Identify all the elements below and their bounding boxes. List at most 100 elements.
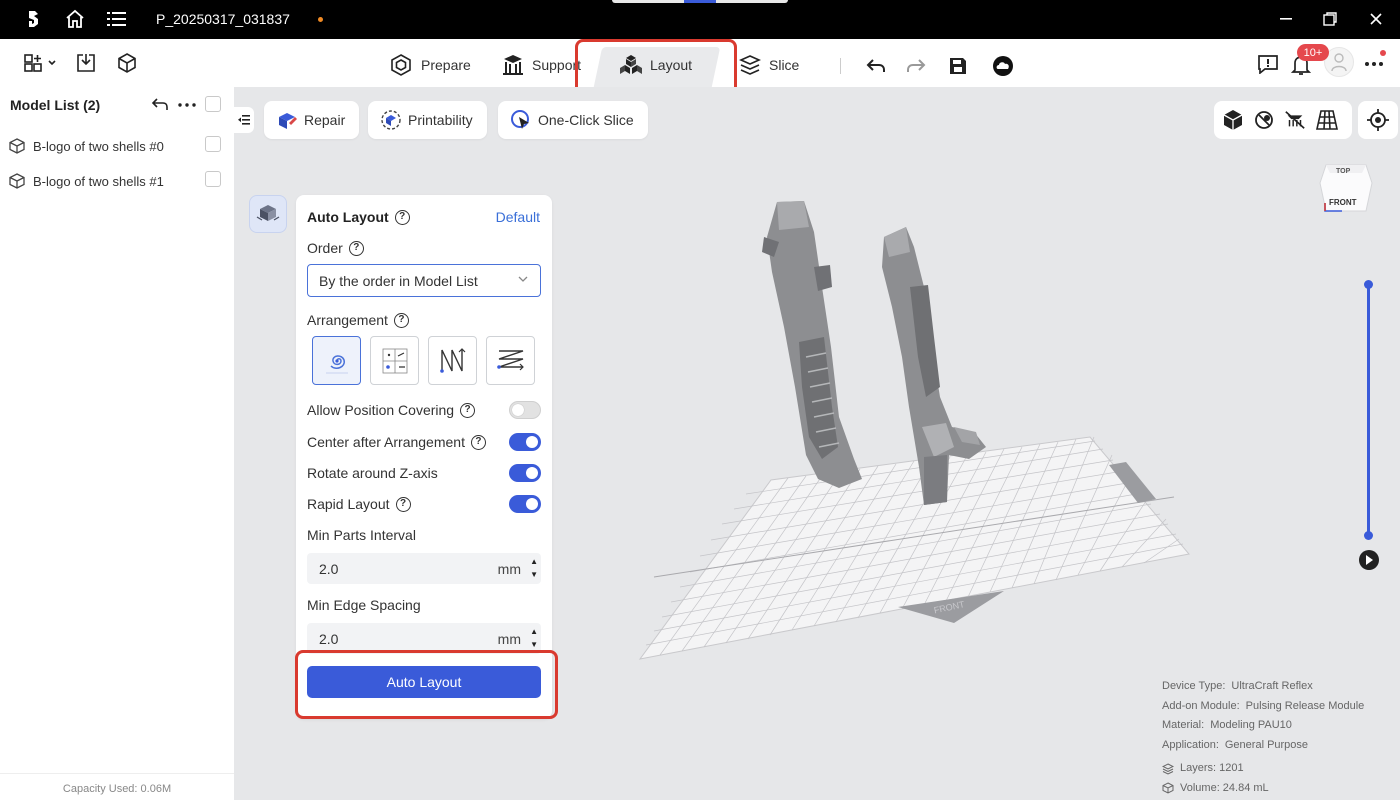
min-parts-interval-value: 2.0 [319,560,339,577]
title-bar: P_20250317_031837 [0,0,1400,39]
object-icon[interactable] [115,51,139,75]
rapid-layout-toggle[interactable] [509,495,541,513]
model-checkbox[interactable] [205,136,221,152]
arrangement-grid-button[interactable] [370,336,419,385]
menu-icon[interactable] [106,8,128,30]
min-edge-spacing-label: Min Edge Spacing [307,597,421,613]
one-click-slice-label: One-Click Slice [538,112,634,128]
option-allow-position-covering: Allow Position Covering ? [307,402,476,418]
help-icon[interactable]: ? [348,240,364,256]
model-checkbox[interactable] [205,171,221,187]
rotate-around-z-toggle[interactable] [509,464,541,482]
view-cube-top-label: TOP [1336,168,1351,175]
bambu-logo-icon[interactable] [23,8,45,30]
grid-arrange-icon [382,348,407,373]
printability-icon [381,110,401,130]
info-label: Application: [1162,738,1219,751]
tab-slice[interactable]: Slice [739,51,799,79]
top-drag-handle[interactable] [612,0,788,3]
order-select[interactable]: By the order in Model List [307,264,541,297]
undo-list-icon[interactable] [150,96,170,114]
help-icon[interactable]: ? [460,402,476,418]
capacity-used: Capacity Used: 0.06M [62,783,172,795]
layers-icon [1162,763,1174,775]
slice-icon [739,55,761,75]
help-icon[interactable]: ? [395,496,411,512]
model-0[interactable] [762,201,862,488]
info-value: General Purpose [1224,738,1309,751]
option-label: Rapid Layout [307,496,390,512]
unit-label: mm [497,561,521,577]
allow-position-covering-toggle[interactable] [509,401,541,419]
help-icon[interactable]: ? [394,209,410,225]
layer-slider-top-handle[interactable] [1364,280,1373,289]
redo-icon[interactable] [904,54,928,78]
printability-button[interactable]: Printability [368,101,487,139]
material-row: Material: Modeling PAU10 [1162,716,1364,736]
play-icon[interactable] [1359,550,1379,570]
locate-button[interactable] [1358,101,1398,139]
option-center-after-arrangement: Center after Arrangement ? [307,434,486,450]
home-icon[interactable] [64,8,86,30]
view-xray-icon[interactable] [1253,109,1275,131]
info-value: UltraCraft Reflex [1231,680,1313,692]
center-after-arrangement-toggle[interactable] [509,433,541,451]
layer-slider-track[interactable] [1367,283,1370,535]
auto-layout-title: Auto Layout ? [307,209,410,225]
arrangement-zigzag-horizontal-button[interactable] [486,336,535,385]
help-icon[interactable]: ? [470,434,486,450]
print-info: Device Type: UltraCraft Reflex Add-on Mod… [1162,677,1364,798]
support-icon [503,55,523,75]
one-click-slice-button[interactable]: One-Click Slice [498,101,648,139]
capacity-divider [0,773,234,774]
view-solid-icon[interactable] [1222,109,1244,131]
restore-icon[interactable] [1320,9,1340,29]
repair-label: Repair [304,112,346,128]
option-label: Rotate around Z-axis [307,465,438,481]
zigzag-vertical-icon [439,347,465,373]
zigzag-horizontal-icon [496,349,524,370]
feedback-icon[interactable] [1256,52,1280,76]
arrangement-spiral-button[interactable] [312,336,361,385]
help-icon[interactable]: ? [393,312,409,328]
locate-icon [1367,109,1389,131]
arrangement-label: Arrangement ? [307,312,409,328]
select-all-checkbox[interactable] [205,96,221,112]
import-icon[interactable] [74,51,98,75]
collapse-panel-icon[interactable] [234,107,254,133]
hide-supports-icon[interactable] [1284,109,1306,131]
toolbar-divider [840,58,841,74]
tab-prepare[interactable]: Prepare [389,51,471,79]
list-item[interactable]: B-logo of two shells #0 [0,131,234,161]
list-item[interactable]: B-logo of two shells #1 [0,166,234,196]
undo-icon[interactable] [864,54,888,78]
repair-button[interactable]: Repair [264,101,360,139]
auto-layout-panel: Auto Layout ? Default Order ? By the ord… [296,195,552,719]
layer-slider-bottom-handle[interactable] [1364,531,1373,540]
repair-icon [279,113,297,129]
cube-icon [9,138,25,154]
plate-grid-icon[interactable] [1315,109,1339,131]
tab-slice-label: Slice [769,57,800,73]
stepper-icon[interactable]: ▲ ▼ [530,625,538,651]
more-icon[interactable] [1362,53,1386,75]
printability-label: Printability [408,112,473,128]
save-icon[interactable] [946,54,970,78]
main-toolbar: Prepare Support Layout Slice [0,39,1400,98]
view-tools-group [1214,101,1352,139]
tab-support[interactable]: Support [502,51,581,79]
info-label: Add-on Module: [1162,699,1240,712]
list-more-icon[interactable] [177,96,197,114]
arrangement-zigzag-vertical-button[interactable] [428,336,477,385]
add-model-icon[interactable] [20,51,58,75]
model-name: B-logo of two shells #1 [33,173,164,189]
default-link[interactable]: Default [496,209,540,225]
auto-layout-tool-icon[interactable] [249,195,287,233]
stepper-icon[interactable]: ▲ ▼ [530,555,538,581]
3d-viewport[interactable]: FRONT Repair Printability One-Click Slic… [234,87,1400,800]
min-parts-interval-input[interactable]: 2.0 mm ▲ ▼ [307,553,541,584]
order-label-text: Order [307,240,343,256]
cloud-icon[interactable] [990,54,1016,78]
minimize-icon[interactable] [1276,9,1296,29]
close-icon[interactable] [1366,9,1386,29]
